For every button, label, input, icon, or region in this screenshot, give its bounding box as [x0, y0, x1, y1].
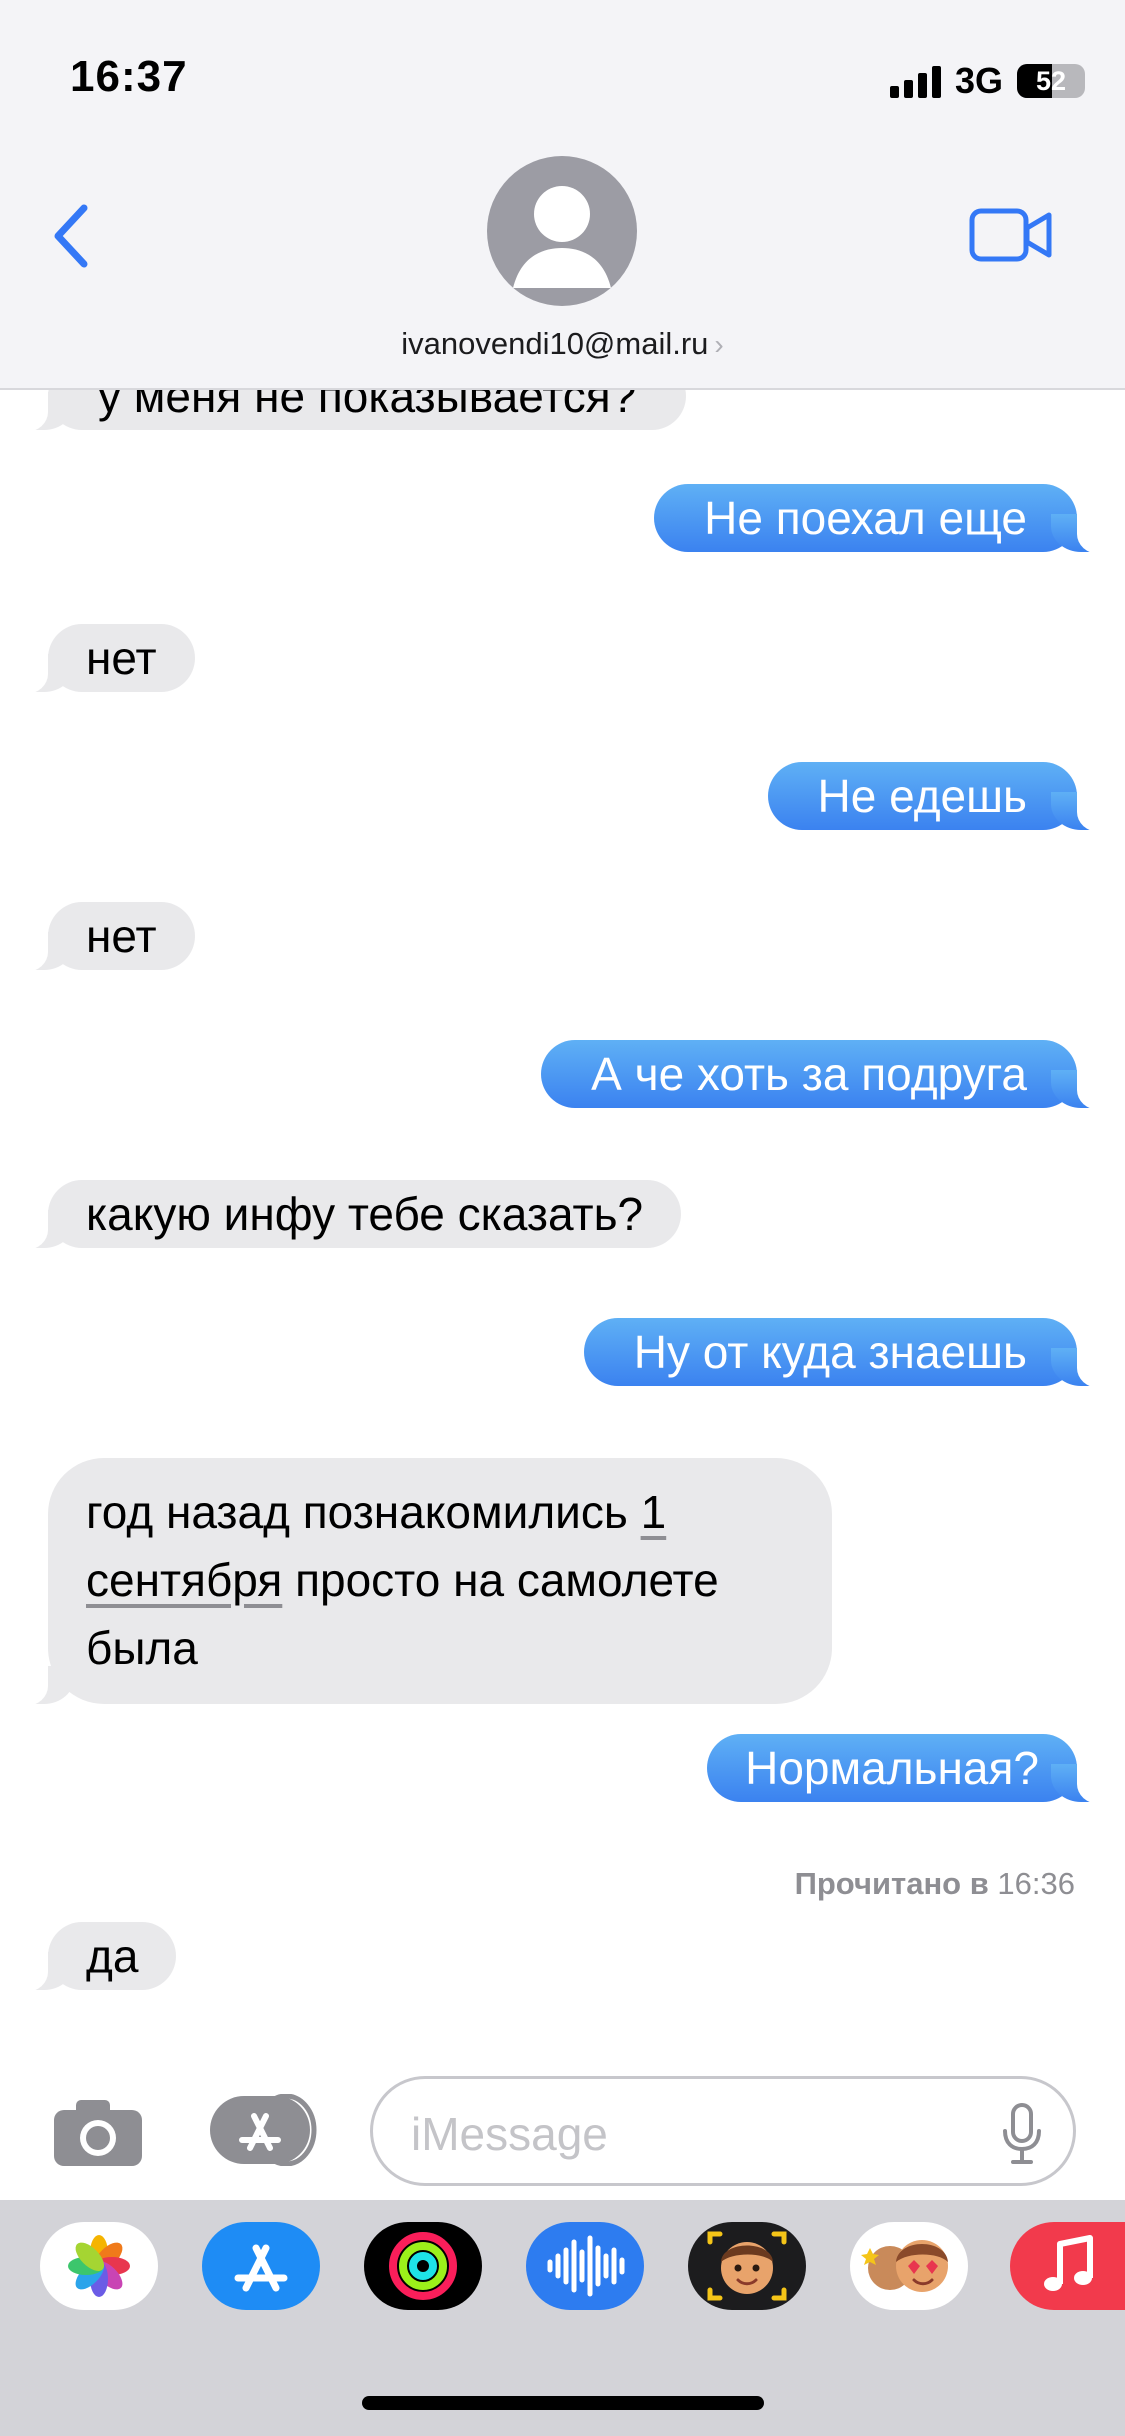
read-receipt: Прочитано в 16:36: [794, 1866, 1075, 1901]
memoji-icon[interactable]: [688, 2222, 806, 2310]
message-outgoing[interactable]: Не поехал еще: [654, 484, 1103, 554]
back-button[interactable]: [44, 196, 104, 276]
music-icon[interactable]: [1010, 2222, 1125, 2310]
message-incoming[interactable]: нет: [22, 902, 195, 972]
message-incoming[interactable]: год назад познакомились 1 сентября прост…: [22, 1458, 832, 1706]
app-store-icon[interactable]: [202, 2222, 320, 2310]
facetime-video-button[interactable]: [969, 206, 1053, 264]
compose-bar: iMessage: [0, 2060, 1125, 2200]
message-incoming[interactable]: да: [21, 1922, 177, 1992]
imessage-placeholder: iMessage: [411, 2108, 608, 2160]
person-silhouette-icon: [513, 186, 611, 288]
message-incoming[interactable]: нет: [22, 624, 195, 694]
message-outgoing[interactable]: Нормальная?: [707, 1734, 1103, 1804]
activity-icon[interactable]: [364, 2222, 482, 2310]
microphone-icon[interactable]: [1001, 2103, 1043, 2165]
chevron-right-icon: ›: [714, 329, 724, 360]
app-store-button[interactable]: [208, 2093, 318, 2167]
battery-level: 52: [1035, 65, 1067, 96]
message-outgoing[interactable]: Не едешь: [767, 762, 1104, 832]
message-outgoing[interactable]: Ну от куда знаешь: [583, 1318, 1104, 1388]
status-time: 16:37: [70, 52, 188, 101]
contact-name[interactable]: ivanovendi10@mail.ru ›: [0, 326, 1125, 362]
camera-icon: [54, 2100, 142, 2166]
home-indicator[interactable]: [362, 2396, 764, 2410]
photos-icon[interactable]: [40, 2222, 158, 2310]
camera-button[interactable]: [52, 2096, 144, 2168]
cellular-signal-icon: [889, 64, 941, 98]
network-type: 3G: [954, 60, 1003, 101]
video-camera-icon: [969, 208, 1052, 262]
animoji-stickers-icon[interactable]: [850, 2222, 968, 2310]
app-store-icon: [210, 2093, 317, 2167]
chevron-left-icon: [54, 204, 88, 268]
message-outgoing[interactable]: А че хоть за подруга: [541, 1040, 1103, 1110]
status-indicators: 3G 52: [889, 60, 1085, 102]
imessage-input[interactable]: iMessage: [370, 2076, 1076, 2186]
message-incoming[interactable]: какую инфу тебе сказать?: [21, 1180, 682, 1250]
contact-avatar[interactable]: [487, 156, 637, 306]
battery-icon: 52: [1017, 64, 1085, 98]
conversation-header: 16:37 3G 52 ivanovendi10@mail.ru ›: [0, 0, 1125, 390]
audio-message-icon[interactable]: [526, 2222, 644, 2310]
